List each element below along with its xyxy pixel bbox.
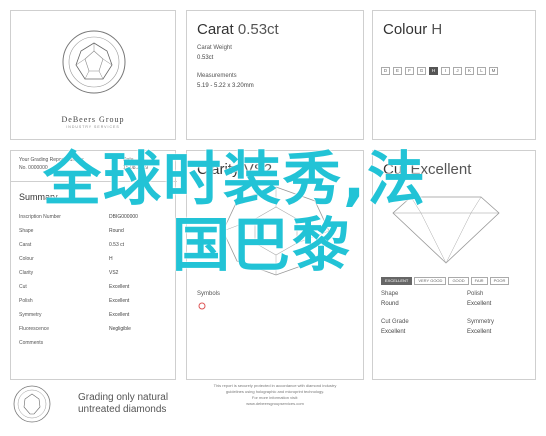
symbol-marker-icon [198,302,206,310]
summary-row-value: VS2 [109,270,119,276]
summary-row-label: Colour [19,256,34,262]
grading-tagline: Grading only natural untreated diamonds [78,392,168,416]
summary-row-label: Fluorescence [19,326,50,332]
colour-grade-f: F [405,67,414,75]
colour-grade-k: K [465,67,474,75]
clarity-panel: Clarity VS2 Symbols [186,150,364,380]
clarity-heading: Clarity VS2 [197,161,272,178]
summary-row-label: Clarity [19,270,34,276]
summary-row-value: H [109,256,113,262]
summary-box: Summary Inscription Number DBIG000000 Shap… [11,181,177,381]
summary-row-value: Excellent [109,298,130,304]
summary-row-label: Comments [19,340,44,346]
cut-grade-label: Cut Grade [381,319,409,325]
cut-scale: EXCELLENT VERY GOOD GOOD FAIR POOR [381,277,510,285]
cut-polish-label: Polish [467,291,484,297]
colour-heading: Colour H [383,21,442,38]
summary-row-label: Inscription Number [19,214,61,220]
colour-grade-m: M [489,67,498,75]
carat-panel: Carat 0.53ct Carat Weight 0.53ct Measure… [186,10,364,140]
measurements-value: 5.19 - 5.22 x 3.20mm [197,83,254,89]
measurements-label: Measurements [197,73,237,79]
colour-grade-j: J [453,67,462,75]
report-date-label: Date [123,157,134,163]
summary-row-label: Symmetry [19,312,42,318]
cut-panel: Cut Excellent EXCELLENT VERY GOOD GOOD FAIR… [372,150,536,380]
cut-symmetry-label: Symmetry [467,319,494,325]
clarity-plot-diagram [222,186,330,276]
colour-grade-d: D [381,67,390,75]
carat-heading: Carat 0.53ct [197,21,279,38]
colour-value: H [431,21,443,38]
bottom-seal-icon [13,385,51,423]
colour-panel: Colour H DEFGHIJKLM [372,10,536,140]
summary-row-label: Carat [19,242,32,248]
cut-shape-value: Round [381,301,399,307]
summary-row-value: Excellent [109,284,130,290]
summary-row-label: Cut [19,284,27,290]
legal-notice: This report is securely protected in acc… [186,383,364,407]
colour-scale: DEFGHIJKLM [381,67,498,75]
cut-value: Excellent [410,161,472,178]
summary-row-value: Negligible [109,326,131,332]
summary-panel: Your Grading Report Number No. 0000000 D… [10,150,177,381]
symbols-label: Symbols [197,291,221,297]
summary-row-value: 0.53 ct [109,242,125,248]
summary-row-label: Polish [19,298,33,304]
brand-panel: DeBeers Group INDUSTRY SERVICES [10,10,176,140]
report-number-value: No. 0000000 [19,165,48,171]
carat-title: Carat [197,21,234,38]
cut-grade-fair: FAIR [470,277,488,285]
colour-grade-h: H [429,67,438,75]
carat-weight-value: 0.53ct [197,55,214,61]
cut-grade-very-good: VERY GOOD [414,277,447,285]
report-date-value: 15.08.2019 [123,165,149,171]
cut-grade-good: GOOD [448,277,469,285]
colour-grade-g: G [417,67,426,75]
cut-profile-diagram [392,196,500,264]
colour-grade-e: E [393,67,402,75]
summary-row-label: Shape [19,228,34,234]
summary-row-value: Round [109,228,124,234]
colour-grade-i: I [441,67,450,75]
cut-heading: Cut Excellent [383,161,471,178]
cut-symmetry-value: Excellent [467,329,492,335]
brand-name: DeBeers Group [61,115,125,124]
clarity-value: VS2 [243,161,273,178]
grading-line2: untreated diamonds [78,404,167,415]
brand-subtitle: INDUSTRY SERVICES [66,125,120,129]
report-number-label: Your Grading Report Number [19,157,84,163]
cut-title: Cut [383,161,407,178]
cut-shape-label: Shape [381,291,399,297]
cut-polish-value: Excellent [467,301,492,307]
carat-value: 0.53ct [237,21,279,38]
summary-row-value: Excellent [109,312,130,318]
summary-title: Summary [19,192,58,202]
colour-title: Colour [383,21,428,38]
colour-grade-l: L [477,67,486,75]
cut-grade-value: Excellent [381,329,406,335]
cut-grade-excellent: EXCELLENT [381,277,413,285]
diamond-seal-icon [62,30,126,94]
clarity-title: Clarity [197,161,240,178]
grading-line1: Grading only natural [78,392,169,403]
legal-line4: www.debeersgroupservices.com [246,401,304,406]
carat-weight-label: Carat Weight [197,45,232,51]
cut-grade-poor: POOR [489,277,510,285]
summary-row-value: DBIG000000 [109,214,138,220]
